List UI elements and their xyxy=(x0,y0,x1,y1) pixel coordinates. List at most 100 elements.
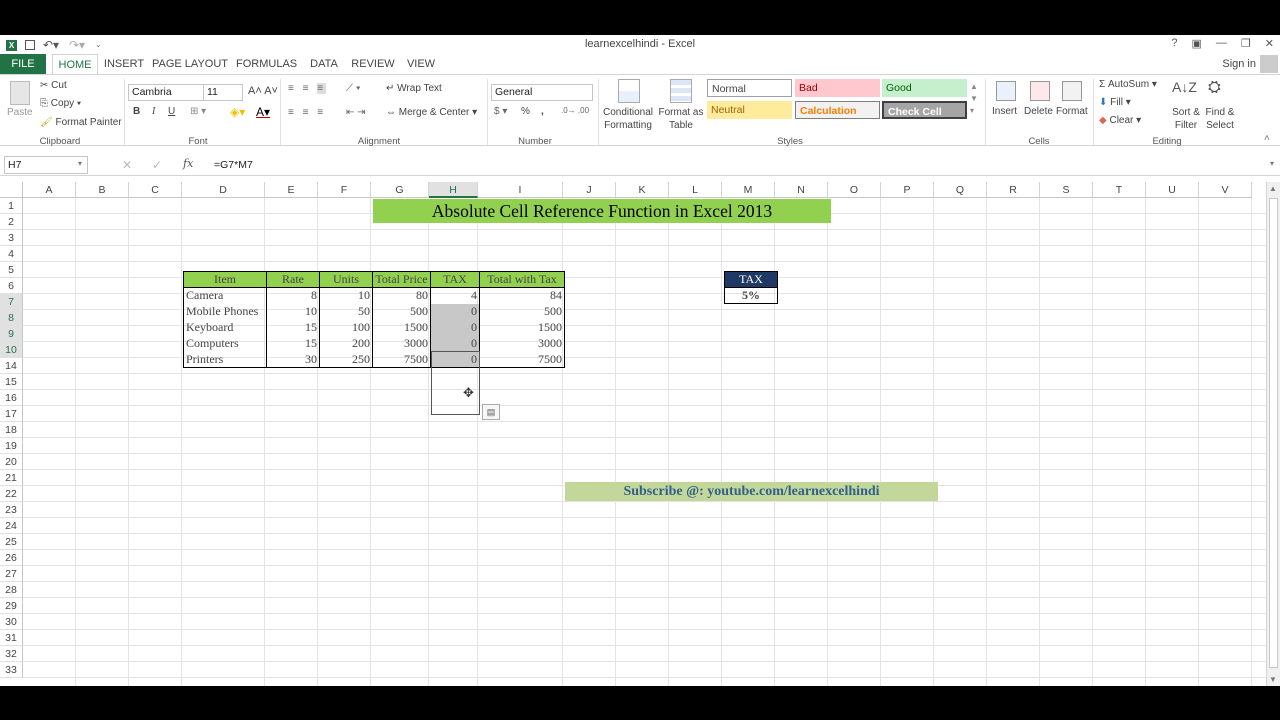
horizontal-align-icons[interactable]: ≡ ≡ ≡ xyxy=(288,107,326,118)
indent-icons[interactable]: ⇤ ⇥ xyxy=(346,107,366,118)
copy-button[interactable]: ⎘ Copy ▾ xyxy=(40,98,81,109)
decimal-icons[interactable]: .0→ .00 xyxy=(561,106,589,115)
row-header-23[interactable]: 23 xyxy=(0,502,23,518)
column-header-g[interactable]: G xyxy=(371,182,429,198)
table-cell[interactable]: Keyboard xyxy=(183,319,267,336)
tab-insert[interactable]: INSERT xyxy=(102,54,146,74)
table-cell[interactable]: 0 xyxy=(430,335,480,352)
worksheet-grid[interactable]: ABCDEFGHIJKLMNOPQRSTUV 1 2 3 4 5 6 7 8 9 10 14 15 16… xyxy=(0,182,1266,686)
row-header-24[interactable]: 24 xyxy=(0,518,23,534)
styles-scroll-icon[interactable]: ▲ ▼ ▾ xyxy=(970,81,978,117)
row-header-26[interactable]: 26 xyxy=(0,550,23,566)
find-select-button[interactable]: Find & Select xyxy=(1200,106,1240,132)
vertical-scrollbar[interactable]: ▲ ▼ xyxy=(1266,182,1280,686)
column-header-a[interactable]: A xyxy=(23,182,76,198)
table-cell[interactable]: 7500 xyxy=(479,351,565,368)
table-header-cell[interactable]: Rate xyxy=(266,271,320,288)
table-cell[interactable]: 15 xyxy=(266,319,320,336)
scroll-down-icon[interactable]: ▼ xyxy=(1269,675,1277,684)
row-header-6[interactable]: 6 xyxy=(0,278,23,294)
table-cell[interactable]: 500 xyxy=(372,303,431,320)
column-header-o[interactable]: O xyxy=(828,182,881,198)
column-header-r[interactable]: R xyxy=(987,182,1040,198)
row-header-19[interactable]: 19 xyxy=(0,438,23,454)
comma-button[interactable]: , xyxy=(541,106,544,117)
style-calculation[interactable]: Calculation xyxy=(795,101,880,119)
table-cell[interactable]: 0 xyxy=(430,319,480,336)
tab-view[interactable]: VIEW xyxy=(402,54,440,74)
row-header-2[interactable]: 2 xyxy=(0,214,23,230)
row-header-20[interactable]: 20 xyxy=(0,454,23,470)
table-header-cell[interactable]: Item xyxy=(183,271,267,288)
ribbon-display-icon[interactable]: ▣ xyxy=(1192,37,1202,50)
vertical-align-icons[interactable]: ≡ ≡ ≡ xyxy=(288,83,327,94)
row-header-9[interactable]: 9 xyxy=(0,326,23,342)
row-header-4[interactable]: 4 xyxy=(0,246,23,262)
fill-color-icon[interactable]: ◈▾ xyxy=(230,105,245,119)
format-painter-button[interactable]: 🖌 Format Painter xyxy=(40,117,122,128)
insert-function-icon[interactable]: fx xyxy=(183,157,193,170)
table-header-cell[interactable]: Units xyxy=(319,271,373,288)
underline-button[interactable]: U xyxy=(168,106,175,117)
style-neutral[interactable]: Neutral xyxy=(707,101,792,119)
column-header-s[interactable]: S xyxy=(1040,182,1093,198)
close-icon[interactable]: ✕ xyxy=(1265,37,1274,50)
enter-icon[interactable]: ✓ xyxy=(152,158,162,172)
column-header-j[interactable]: J xyxy=(563,182,616,198)
table-cell[interactable]: 4 xyxy=(430,287,480,304)
tax-rate-header[interactable]: TAX xyxy=(724,271,778,288)
subscribe-banner[interactable]: Subscribe @: youtube.com/learnexcelhindi xyxy=(565,482,938,501)
row-header-7[interactable]: 7 xyxy=(0,294,23,310)
column-header-m[interactable]: M xyxy=(722,182,775,198)
table-cell[interactable]: 500 xyxy=(479,303,565,320)
merge-center-button[interactable]: ⇔ Merge & Center ▾ xyxy=(386,107,477,118)
format-button[interactable]: Format xyxy=(1056,106,1088,117)
paste-button[interactable]: Paste xyxy=(7,107,33,118)
row-header-22[interactable]: 22 xyxy=(0,486,23,502)
tab-formulas[interactable]: FORMULAS xyxy=(236,54,297,74)
fill-button[interactable]: ⬇ Fill ▾ xyxy=(1099,97,1131,108)
table-header-cell[interactable]: TAX xyxy=(430,271,480,288)
column-header-h[interactable]: H xyxy=(429,182,478,198)
row-header-27[interactable]: 27 xyxy=(0,566,23,582)
column-header-k[interactable]: K xyxy=(616,182,669,198)
clear-button[interactable]: ◆ Clear ▾ xyxy=(1099,115,1141,126)
row-header-28[interactable]: 28 xyxy=(0,582,23,598)
column-header-f[interactable]: F xyxy=(318,182,371,198)
conditional-formatting-button[interactable]: Conditional Formatting xyxy=(600,106,656,132)
name-box[interactable]: H7 xyxy=(4,156,88,174)
row-header-31[interactable]: 31 xyxy=(0,630,23,646)
format-as-table-button[interactable]: Format as Table xyxy=(656,106,706,132)
column-header-c[interactable]: C xyxy=(129,182,182,198)
bold-button[interactable]: B xyxy=(133,106,140,117)
column-header-v[interactable]: V xyxy=(1199,182,1252,198)
table-cell[interactable]: 3000 xyxy=(372,335,431,352)
table-cell[interactable]: 30 xyxy=(266,351,320,368)
column-header-i[interactable]: I xyxy=(478,182,563,198)
row-header-1[interactable]: 1 xyxy=(0,198,23,214)
autosum-button[interactable]: Σ AutoSum ▾ xyxy=(1099,79,1157,90)
delete-button[interactable]: Delete xyxy=(1024,106,1053,117)
table-cell[interactable]: 3000 xyxy=(479,335,565,352)
currency-icon[interactable]: $ ▾ xyxy=(494,106,507,117)
table-cell[interactable]: 50 xyxy=(319,303,373,320)
collapse-ribbon-icon[interactable]: ˄ xyxy=(1264,133,1270,144)
wrap-text-button[interactable]: ↵ Wrap Text xyxy=(386,83,442,94)
table-cell[interactable]: 8 xyxy=(266,287,320,304)
column-header-p[interactable]: P xyxy=(881,182,934,198)
table-cell[interactable]: 100 xyxy=(319,319,373,336)
style-good[interactable]: Good xyxy=(882,79,967,97)
row-header-21[interactable]: 21 xyxy=(0,470,23,486)
row-header-5[interactable]: 5 xyxy=(0,262,23,278)
percent-button[interactable]: % xyxy=(521,106,530,117)
row-header-16[interactable]: 16 xyxy=(0,390,23,406)
style-normal[interactable]: Normal xyxy=(707,79,792,97)
column-header-e[interactable]: E xyxy=(265,182,318,198)
row-header-14[interactable]: 14 xyxy=(0,358,23,374)
table-cell[interactable]: Mobile Phones xyxy=(183,303,267,320)
restore-icon[interactable]: ❐ xyxy=(1241,37,1251,50)
font-color-icon[interactable]: A▾ xyxy=(256,105,270,119)
table-cell[interactable]: 0 xyxy=(430,303,480,320)
row-header-33[interactable]: 33 xyxy=(0,662,23,678)
row-header-17[interactable]: 17 xyxy=(0,406,23,422)
